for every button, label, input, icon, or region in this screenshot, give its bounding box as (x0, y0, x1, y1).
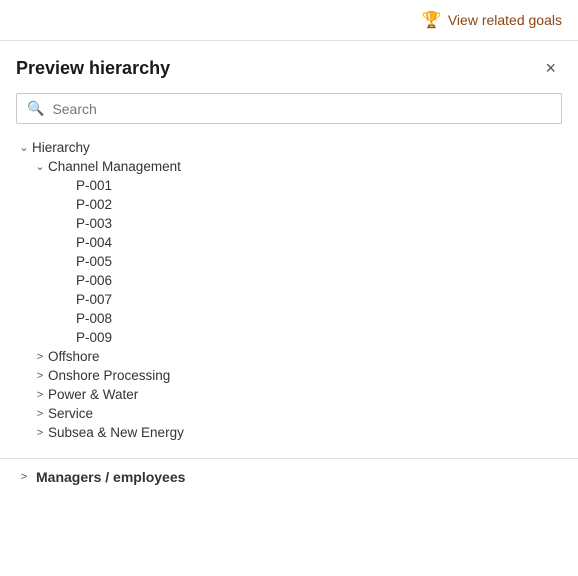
p001-row[interactable]: P-001 (16, 176, 562, 195)
view-related-goals-label: View related goals (448, 12, 562, 28)
panel-title: Preview hierarchy (16, 58, 170, 79)
chevron-down-icon: ⌄ (16, 141, 32, 154)
chevron-right-icon: > (16, 471, 32, 483)
channel-management-children: P-001 P-002 P-003 (16, 176, 562, 347)
p004-row[interactable]: P-004 (16, 233, 562, 252)
p007-label: P-007 (76, 292, 112, 307)
chevron-right-icon: > (32, 408, 48, 420)
tree-item-hierarchy: ⌄ Hierarchy ⌄ Channel Management P-001 (16, 138, 562, 442)
power-water-label: Power & Water (48, 387, 138, 402)
p002-row[interactable]: P-002 (16, 195, 562, 214)
list-item: P-001 (16, 176, 562, 195)
p005-row[interactable]: P-005 (16, 252, 562, 271)
list-item: P-009 (16, 328, 562, 347)
chevron-right-icon: > (32, 427, 48, 439)
search-box: 🔍 (16, 93, 562, 124)
p002-label: P-002 (76, 197, 112, 212)
p007-row[interactable]: P-007 (16, 290, 562, 309)
tree-item-offshore: > Offshore (16, 347, 562, 366)
search-icon: 🔍 (27, 100, 44, 117)
list-item: P-003 (16, 214, 562, 233)
list-item: P-006 (16, 271, 562, 290)
chevron-right-icon: > (32, 351, 48, 363)
offshore-label: Offshore (48, 349, 100, 364)
view-related-goals-link[interactable]: 🏆 View related goals (422, 10, 562, 30)
tree-item-power-water: > Power & Water (16, 385, 562, 404)
channel-management-label: Channel Management (48, 159, 181, 174)
goals-icon: 🏆 (422, 10, 442, 30)
panel-header: Preview hierarchy × (16, 57, 562, 79)
subsea-row[interactable]: > Subsea & New Energy (16, 423, 562, 442)
list-item: P-008 (16, 309, 562, 328)
chevron-right-icon: > (32, 389, 48, 401)
hierarchy-label: Hierarchy (32, 140, 90, 155)
preview-hierarchy-panel: Preview hierarchy × 🔍 ⌄ Hierarchy ⌄ Chan… (0, 41, 578, 459)
p009-row[interactable]: P-009 (16, 328, 562, 347)
p006-label: P-006 (76, 273, 112, 288)
hierarchy-row[interactable]: ⌄ Hierarchy (16, 138, 562, 157)
p001-label: P-001 (76, 178, 112, 193)
p009-label: P-009 (76, 330, 112, 345)
list-item: P-002 (16, 195, 562, 214)
hierarchy-children: ⌄ Channel Management P-001 P-002 (16, 157, 562, 442)
close-button[interactable]: × (539, 57, 562, 79)
offshore-row[interactable]: > Offshore (16, 347, 562, 366)
chevron-down-icon: ⌄ (32, 160, 48, 173)
bottom-section: > Managers / employees (0, 459, 578, 495)
chevron-right-icon: > (32, 370, 48, 382)
channel-management-row[interactable]: ⌄ Channel Management (16, 157, 562, 176)
list-item: P-004 (16, 233, 562, 252)
service-label: Service (48, 406, 93, 421)
subsea-label: Subsea & New Energy (48, 425, 184, 440)
list-item: P-007 (16, 290, 562, 309)
tree-item-service: > Service (16, 404, 562, 423)
tree-item-channel-management: ⌄ Channel Management P-001 P-002 (16, 157, 562, 347)
p004-label: P-004 (76, 235, 112, 250)
p003-label: P-003 (76, 216, 112, 231)
search-input[interactable] (52, 101, 551, 117)
tree-item-subsea: > Subsea & New Energy (16, 423, 562, 442)
managers-employees-row[interactable]: > Managers / employees (16, 469, 562, 485)
p006-row[interactable]: P-006 (16, 271, 562, 290)
p008-label: P-008 (76, 311, 112, 326)
p005-label: P-005 (76, 254, 112, 269)
p008-row[interactable]: P-008 (16, 309, 562, 328)
onshore-label: Onshore Processing (48, 368, 170, 383)
list-item: P-005 (16, 252, 562, 271)
p003-row[interactable]: P-003 (16, 214, 562, 233)
managers-employees-label: Managers / employees (36, 469, 185, 485)
tree-item-onshore: > Onshore Processing (16, 366, 562, 385)
service-row[interactable]: > Service (16, 404, 562, 423)
onshore-row[interactable]: > Onshore Processing (16, 366, 562, 385)
top-bar: 🏆 View related goals (0, 0, 578, 41)
power-water-row[interactable]: > Power & Water (16, 385, 562, 404)
hierarchy-tree: ⌄ Hierarchy ⌄ Channel Management P-001 (16, 138, 562, 442)
